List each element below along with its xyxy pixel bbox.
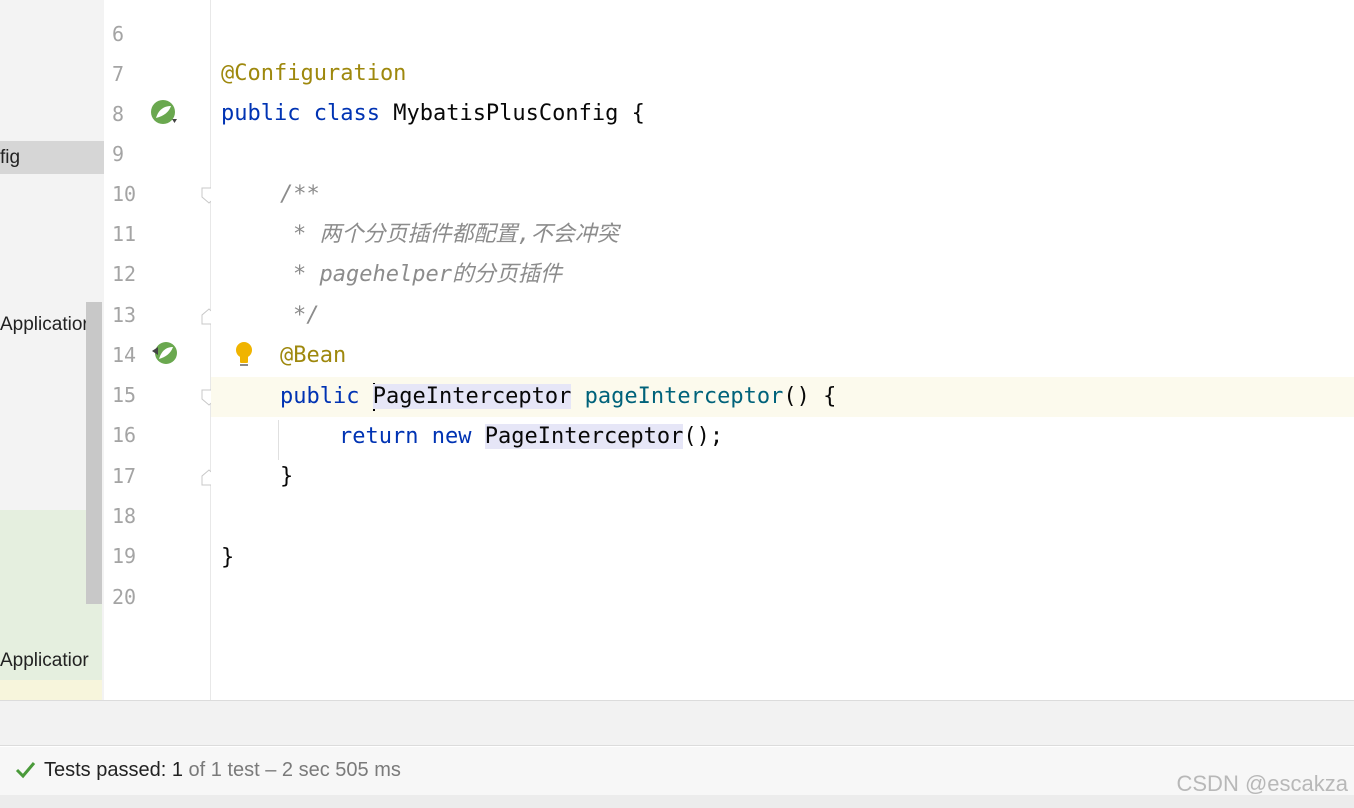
line-number: 8 [112,102,125,126]
type-reference: PageInterceptor [484,424,684,449]
partially-hidden-import-line: import org.springframework.context.annot… [211,0,1354,6]
line-number: 16 [112,423,137,447]
console-strip [0,795,1354,808]
line-number: 15 [112,383,137,407]
keyword-return: return [339,424,419,449]
tests-passed-message: Tests passed: 1 of 1 test – 2 sec 505 ms [44,759,401,782]
keyword-new: new [431,424,472,449]
line-number: 13 [112,303,137,327]
code-line-19: } [211,538,1354,578]
test-status-bar: Tests passed: 1 of 1 test – 2 sec 505 ms [0,747,1354,795]
watermark: CSDN @escakza [1176,771,1349,796]
keyword-public: public [280,384,360,409]
line-number: 9 [112,142,125,166]
code-line-17: } [211,457,1354,497]
editor-gutter: 6 7 8 9 10 11 12 13 14 15 16 17 18 19 20 [104,0,217,700]
line-number: 20 [112,585,137,609]
keyword-public: public [221,101,301,126]
type-reference: PageInterceptor [372,384,572,409]
line-number: 7 [112,62,125,86]
code-line-11: * 两个分页插件都配置,不会冲突 [211,215,1354,255]
closing-brace: } [280,464,294,489]
spring-bean-icon[interactable] [150,99,180,127]
line-number: 17 [112,464,137,488]
javadoc-start: /** [280,182,320,207]
tests-passed-detail: of 1 test – 2 sec 505 ms [188,759,401,781]
sidebar-item-config[interactable]: fig [0,141,104,174]
sidebar-scrollbar[interactable] [86,302,102,604]
line-number: 12 [112,262,137,286]
project-sidebar: fig Applicatior Applicatior [0,0,104,700]
method-params: () { [783,384,837,409]
code-line-14: @Bean [211,336,1354,376]
line-number: 14 [112,343,137,367]
keyword-class: class [313,101,380,126]
line-number: 18 [112,504,137,528]
check-icon [15,762,36,779]
code-line-7: @Configuration [211,54,1354,94]
sidebar-item-application-test[interactable]: Applicatior [0,650,89,672]
spring-bean-navigate-icon[interactable] [150,341,180,367]
line-number: 11 [112,222,137,246]
sidebar-item-application[interactable]: Applicatior [0,314,89,336]
javadoc-end: */ [293,303,320,328]
panel-divider[interactable] [0,700,1354,746]
constructor-call: (); [683,424,724,449]
code-line-12: * pagehelper的分页插件 [211,255,1354,295]
sidebar-highlight-strip [0,680,102,700]
closing-brace: } [221,545,235,570]
code-line-13: */ [211,296,1354,336]
line-number: 6 [112,22,125,46]
tests-passed-label: Tests passed: 1 [44,759,183,781]
annotation-configuration: @Configuration [221,61,407,86]
line-number: 19 [112,544,137,568]
code-line-8: public class MybatisPlusConfig { [211,94,1354,134]
javadoc-line: * 两个分页插件都配置,不会冲突 [293,222,619,247]
annotation-bean: @Bean [280,343,347,368]
code-line-16: return new PageInterceptor(); [211,417,1354,457]
method-name: pageInterceptor [584,384,784,409]
code-line-15-current: public PageInterceptor pageInterceptor()… [211,377,1354,417]
code-editor[interactable]: import org.springframework.context.annot… [211,0,1354,700]
class-name: MybatisPlusConfig { [393,101,645,126]
line-number: 10 [112,182,137,206]
code-line-10: /** [211,175,1354,215]
javadoc-line: * pagehelper的分页插件 [293,262,562,287]
